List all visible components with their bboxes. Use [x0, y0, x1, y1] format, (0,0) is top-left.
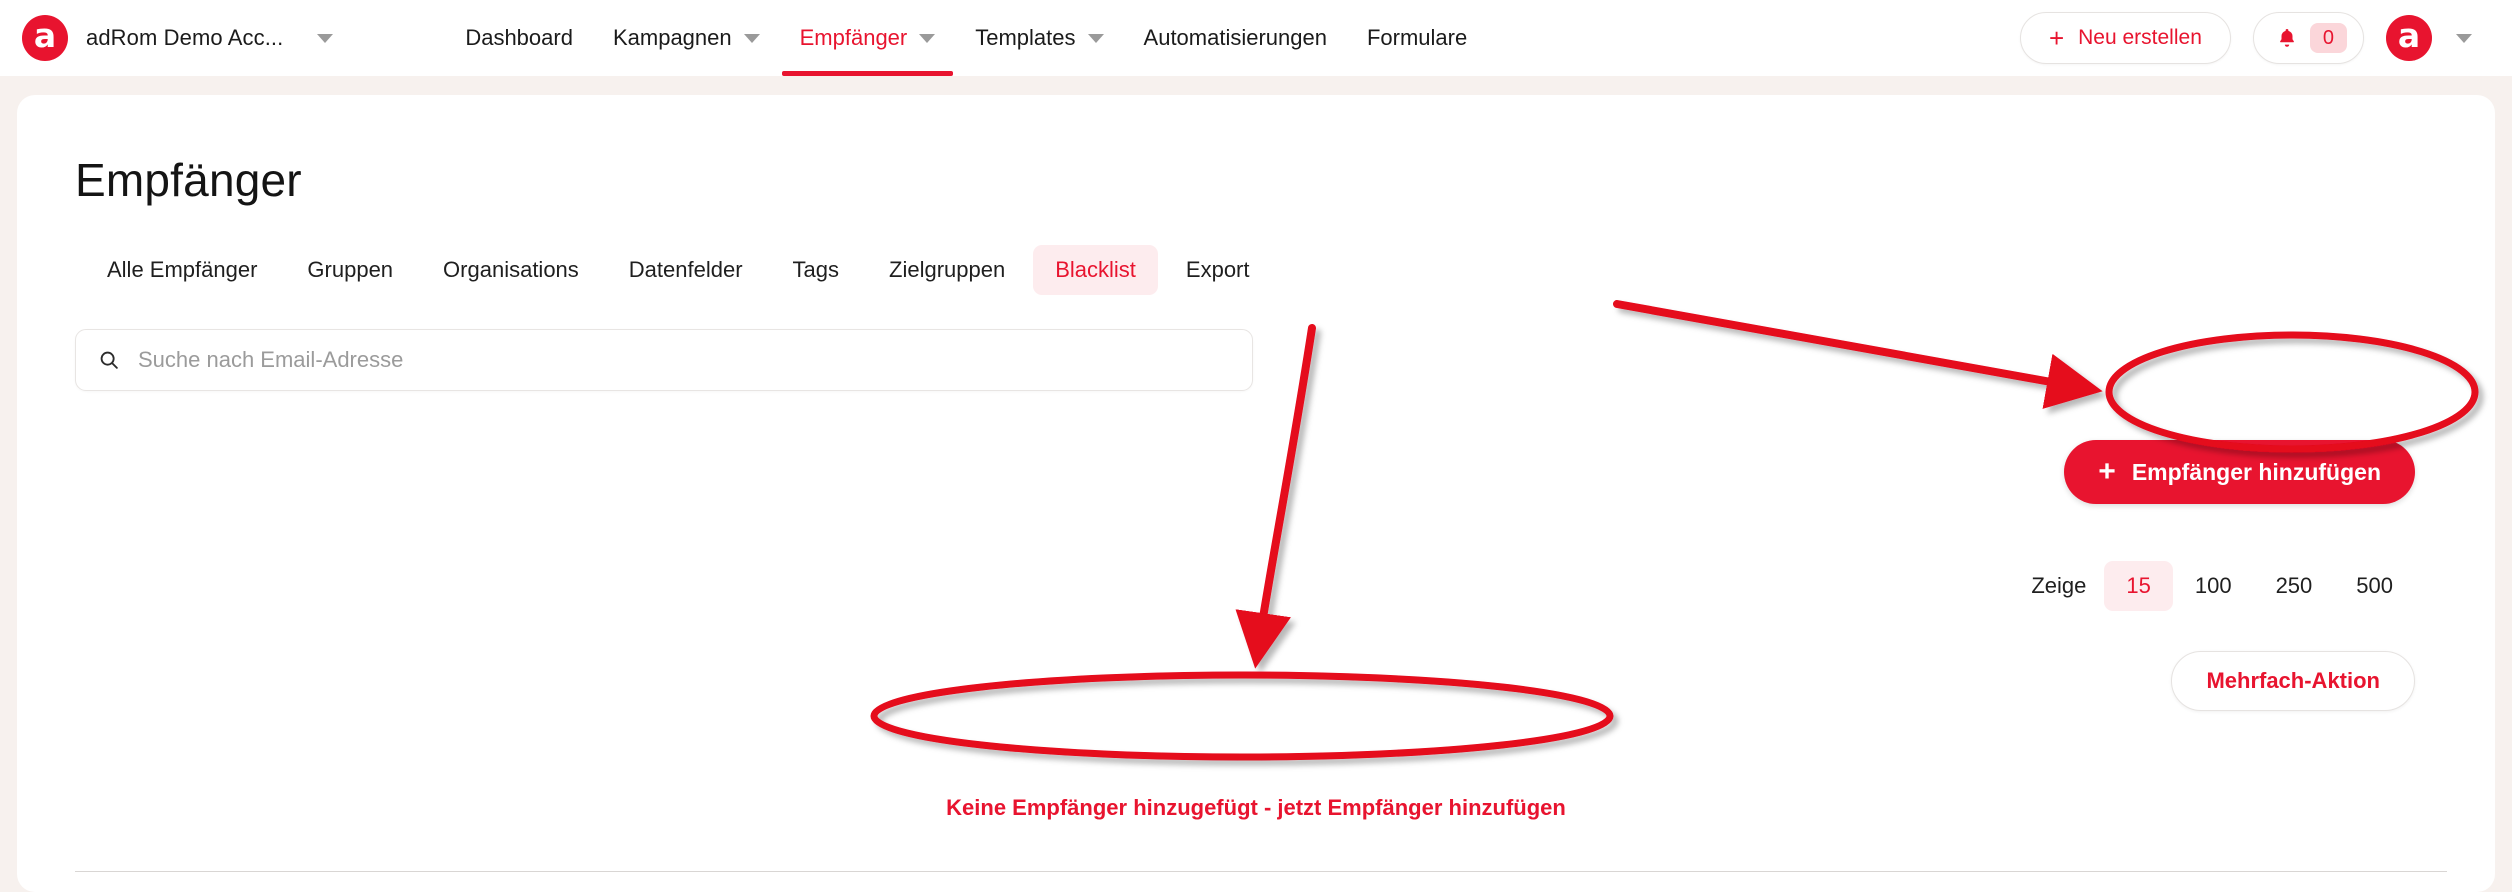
tab-datenfelder[interactable]: Datenfelder [607, 245, 765, 295]
tab-export[interactable]: Export [1164, 245, 1272, 295]
avatar[interactable]: a [2386, 15, 2432, 61]
account-name: adRom Demo Acc... [86, 25, 284, 50]
multi-action-button[interactable]: Mehrfach-Aktion [2171, 651, 2415, 711]
content-card: Empfänger Alle Empfänger Gruppen Organis… [17, 95, 2495, 892]
top-bar-actions: + Neu erstellen 0 a [2019, 12, 2472, 64]
nav-item-empfaenger[interactable]: Empfänger [780, 0, 956, 76]
nav-label: Dashboard [465, 25, 573, 50]
add-recipient-label: Empfänger hinzufügen [2131, 458, 2381, 485]
nav-item-kampagnen[interactable]: Kampagnen [593, 0, 780, 76]
bottom-divider [75, 871, 2447, 872]
plus-icon: + [2048, 23, 2065, 53]
app-logo: a [22, 15, 68, 61]
nav-label: Empfänger [799, 25, 908, 50]
notifications-button[interactable]: 0 [2252, 12, 2364, 64]
tab-alle-empfaenger[interactable]: Alle Empfänger [85, 245, 279, 295]
page-size-option-500[interactable]: 500 [2334, 561, 2415, 611]
account-switcher[interactable]: a adRom Demo Acc... [22, 15, 334, 61]
chevron-down-icon[interactable] [317, 33, 334, 43]
page-size-selector: Zeige 15 100 250 500 [2031, 561, 2415, 611]
tab-organisations[interactable]: Organisations [421, 245, 601, 295]
chevron-down-icon[interactable] [1087, 33, 1104, 43]
page-size-option-100[interactable]: 100 [2173, 561, 2254, 611]
nav-label: Formulare [1366, 25, 1468, 50]
empty-state-message[interactable]: Keine Empfänger hinzugefügt - jetzt Empf… [17, 795, 2495, 821]
page-size-label: Zeige [2031, 573, 2087, 598]
search-input[interactable] [138, 347, 1230, 373]
search-box[interactable] [75, 329, 1253, 391]
create-new-label: Neu erstellen [2078, 26, 2202, 49]
nav-item-dashboard[interactable]: Dashboard [445, 0, 593, 76]
bell-icon [2279, 29, 2294, 47]
nav-item-formulare[interactable]: Formulare [1347, 0, 1487, 76]
chevron-down-icon[interactable] [743, 33, 760, 43]
add-recipient-button[interactable]: + Empfänger hinzufügen [2064, 440, 2415, 504]
chevron-down-icon[interactable] [2456, 33, 2472, 43]
create-new-button[interactable]: + Neu erstellen [2019, 12, 2231, 64]
tab-zielgruppen[interactable]: Zielgruppen [867, 245, 1027, 295]
nav-item-automatisierungen[interactable]: Automatisierungen [1124, 0, 1347, 76]
tab-gruppen[interactable]: Gruppen [285, 245, 415, 295]
page-body: Empfänger Alle Empfänger Gruppen Organis… [0, 76, 2512, 892]
page-size-option-15[interactable]: 15 [2104, 561, 2173, 611]
tab-tags[interactable]: Tags [771, 245, 861, 295]
nav-label: Kampagnen [612, 25, 732, 50]
nav-label: Templates [975, 25, 1076, 50]
card-inner: Empfänger Alle Empfänger Gruppen Organis… [17, 153, 2495, 391]
tab-blacklist[interactable]: Blacklist [1033, 245, 1158, 295]
chevron-down-icon[interactable] [919, 33, 936, 43]
page-size-option-250[interactable]: 250 [2254, 561, 2335, 611]
main-nav: Dashboard Kampagnen Empfänger Templates … [445, 0, 1487, 76]
nav-label: Automatisierungen [1143, 25, 1327, 50]
section-tabs: Alle Empfänger Gruppen Organisations Dat… [85, 245, 2437, 295]
search-icon [100, 351, 118, 369]
notification-count-badge: 0 [2309, 23, 2347, 53]
page-title: Empfänger [75, 154, 302, 206]
top-navigation-bar: a adRom Demo Acc... Dashboard Kampagnen … [0, 0, 2512, 76]
plus-icon: + [2098, 455, 2116, 488]
nav-item-templates[interactable]: Templates [955, 0, 1123, 76]
